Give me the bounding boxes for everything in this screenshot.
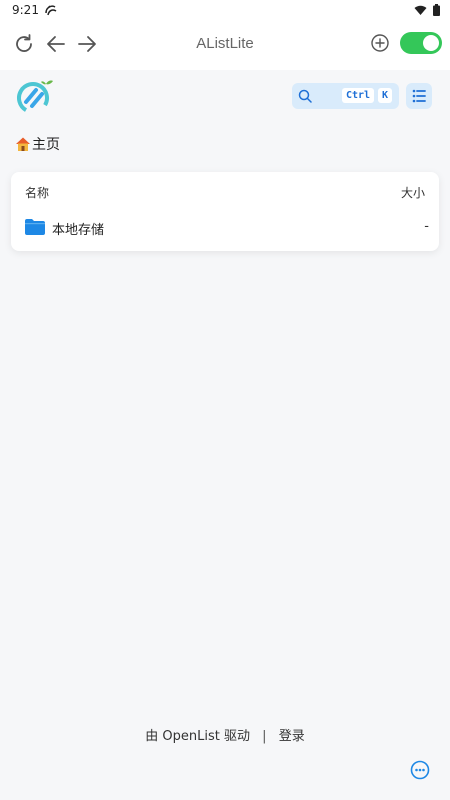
logo-icon[interactable] <box>16 78 54 114</box>
footer: 由 OpenList 驱动 | 登录 <box>0 725 450 744</box>
add-circle-icon[interactable] <box>370 33 390 53</box>
kbd-ctrl: Ctrl <box>342 88 374 103</box>
toggle-knob <box>423 35 439 51</box>
footer-separator: | <box>262 729 267 744</box>
home-icon <box>16 137 30 151</box>
battery-icon <box>433 4 440 16</box>
list-item[interactable]: 本地存储 - <box>11 212 439 244</box>
search-box[interactable]: Ctrl K <box>292 83 399 109</box>
toggle-switch[interactable] <box>400 32 442 54</box>
wifi-icon <box>414 5 427 15</box>
folder-icon <box>25 219 45 235</box>
search-icon <box>298 89 312 103</box>
item-size: - <box>424 219 429 234</box>
column-header-size[interactable]: 大小 <box>401 184 425 201</box>
status-bar: 9:21 <box>0 0 450 22</box>
breadcrumb-home-label[interactable]: 主页 <box>32 134 60 154</box>
column-header-name[interactable]: 名称 <box>25 184 49 201</box>
file-list: 名称 大小 本地存储 - <box>11 172 439 251</box>
list-view-button[interactable] <box>406 83 432 109</box>
list-view-icon <box>412 89 426 103</box>
status-icons <box>414 4 440 16</box>
top-bar: AListLite <box>0 22 450 70</box>
app-status-icon <box>45 5 57 16</box>
kbd-k: K <box>378 88 392 103</box>
more-icon[interactable] <box>410 760 430 780</box>
breadcrumb[interactable]: 主页 <box>15 134 60 154</box>
status-time: 9:21 <box>12 3 39 17</box>
item-name: 本地存储 <box>52 223 105 238</box>
powered-by-link[interactable]: 由 OpenList 驱动 <box>145 725 250 744</box>
login-link[interactable]: 登录 <box>279 725 305 744</box>
